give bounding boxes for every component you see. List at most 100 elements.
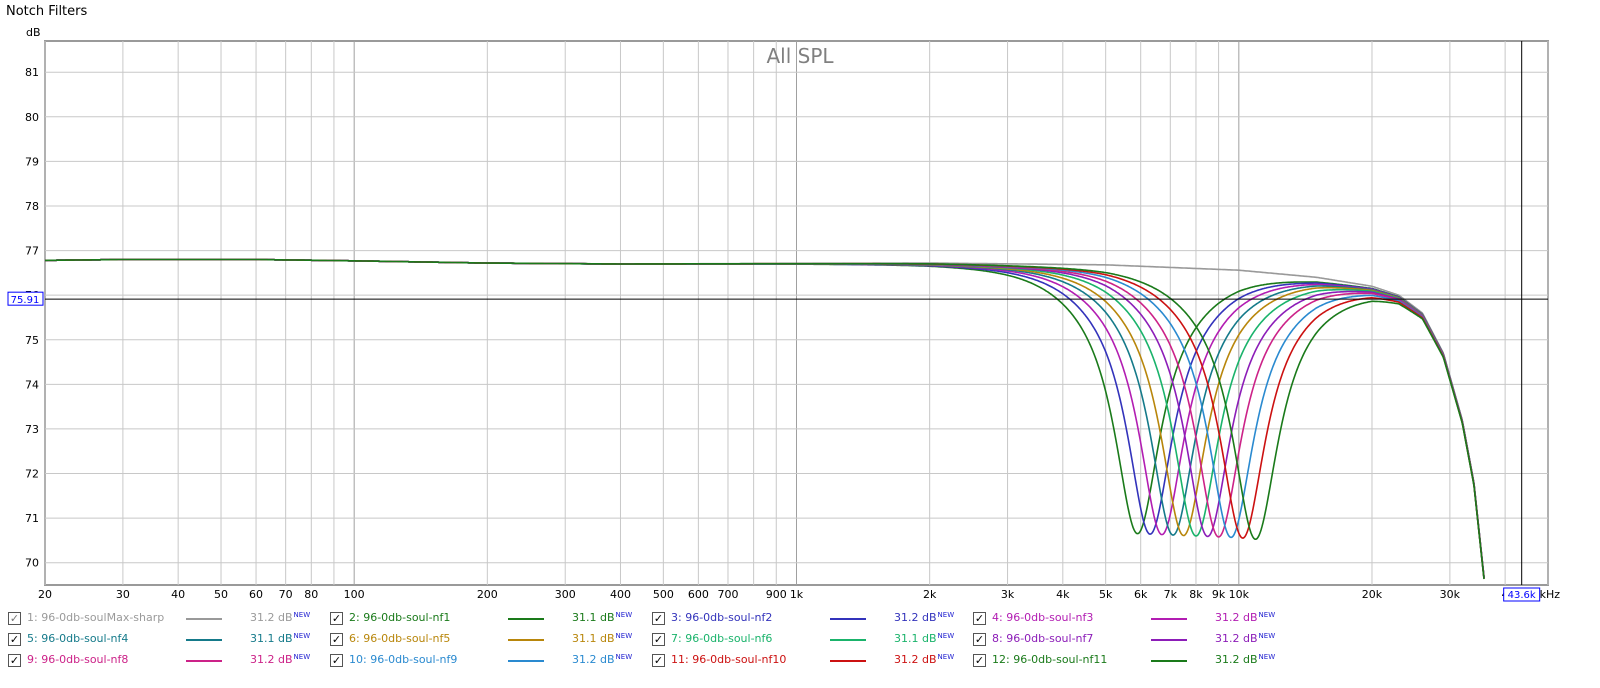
legend-swatch (1151, 660, 1187, 662)
legend-value: 31.2 dBNEW (1215, 632, 1276, 645)
legend-series-name: 6: 96-0db-soul-nf5 (349, 632, 451, 645)
x-tick-label: 8k (1189, 588, 1203, 601)
legend-value: 31.2 dBNEW (894, 611, 955, 624)
legend-value: 31.2 dBNEW (1215, 611, 1276, 624)
legend-series-name: 2: 96-0db-soul-nf1 (349, 611, 451, 624)
legend-series-name: 7: 96-0db-soul-nf6 (671, 632, 773, 645)
new-badge: NEW (937, 632, 955, 640)
legend-series-name: 10: 96-0db-soul-nf9 (349, 653, 458, 666)
x-tick-label: 20k (1362, 588, 1383, 601)
x-tick-label: 50 (214, 588, 228, 601)
new-badge: NEW (615, 611, 633, 619)
legend-series-name: 4: 96-0db-soul-nf3 (992, 611, 1094, 624)
new-badge: NEW (293, 653, 311, 661)
spl-chart[interactable]: 7071727374757677787980812030405060708010… (0, 0, 1600, 608)
x-tick-label: 3k (1001, 588, 1015, 601)
legend-series-name: 1: 96-0db-soulMax-sharp (27, 611, 165, 624)
x-tick-label: 6k (1134, 588, 1148, 601)
legend-checkbox[interactable]: ✓ (652, 633, 665, 646)
legend-swatch (1151, 639, 1187, 641)
legend-swatch (186, 618, 222, 620)
x-tick-label: 200 (477, 588, 498, 601)
legend-swatch (186, 660, 222, 662)
cursor-y-readout: 75.91 (11, 295, 40, 306)
x-tick-label: 30 (116, 588, 130, 601)
legend-series-name: 3: 96-0db-soul-nf2 (671, 611, 773, 624)
legend-checkbox[interactable]: ✓ (973, 612, 986, 625)
legend-value: 31.2 dBNEW (250, 611, 311, 624)
legend-item[interactable]: ✓ 11: 96-0db-soul-nf10 31.2 dBNEW (652, 652, 967, 670)
y-axis-label: dB (26, 26, 41, 39)
y-tick-label: 79 (25, 155, 39, 168)
legend-item[interactable]: ✓ 2: 96-0db-soul-nf1 31.1 dBNEW (330, 610, 645, 628)
x-tick-label: 60 (249, 588, 263, 601)
legend-swatch (508, 639, 544, 641)
legend-swatch (830, 660, 866, 662)
new-badge: NEW (293, 611, 311, 619)
y-tick-label: 73 (25, 423, 39, 436)
new-badge: NEW (615, 653, 633, 661)
legend-item[interactable]: ✓ 6: 96-0db-soul-nf5 31.1 dBNEW (330, 631, 645, 649)
legend-value: 31.2 dBNEW (572, 653, 633, 666)
x-tick-label: 100 (344, 588, 365, 601)
legend-series-name: 11: 96-0db-soul-nf10 (671, 653, 787, 666)
legend-value: 31.2 dBNEW (1215, 653, 1276, 666)
legend-series-name: 12: 96-0db-soul-nf11 (992, 653, 1108, 666)
new-badge: NEW (1258, 632, 1276, 640)
legend: ✓ 1: 96-0db-soulMax-sharp 31.2 dBNEW ✓ 2: 96… (0, 608, 1600, 688)
y-tick-label: 72 (25, 468, 39, 481)
legend-value: 31.2 dBNEW (250, 653, 311, 666)
new-badge: NEW (937, 611, 955, 619)
x-tick-label: 1k (790, 588, 804, 601)
y-tick-label: 75 (25, 334, 39, 347)
new-badge: NEW (937, 653, 955, 661)
chart-title: All SPL (766, 44, 834, 68)
x-tick-label: 40 (171, 588, 185, 601)
legend-value: 31.1 dBNEW (894, 632, 955, 645)
legend-checkbox[interactable]: ✓ (973, 654, 986, 667)
legend-item[interactable]: ✓ 8: 96-0db-soul-nf7 31.2 dBNEW (973, 631, 1288, 649)
new-badge: NEW (615, 632, 633, 640)
y-tick-label: 71 (25, 512, 39, 525)
legend-checkbox[interactable]: ✓ (330, 633, 343, 646)
legend-item[interactable]: ✓ 10: 96-0db-soul-nf9 31.2 dBNEW (330, 652, 645, 670)
legend-item[interactable]: ✓ 4: 96-0db-soul-nf3 31.2 dBNEW (973, 610, 1288, 628)
legend-checkbox[interactable]: ✓ (8, 612, 21, 625)
legend-value: 31.2 dBNEW (894, 653, 955, 666)
x-tick-label: 70 (279, 588, 293, 601)
x-tick-label: 7k (1164, 588, 1178, 601)
legend-item[interactable]: ✓ 9: 96-0db-soul-nf8 31.2 dBNEW (8, 652, 323, 670)
x-tick-label: 20 (38, 588, 52, 601)
legend-item[interactable]: ✓ 12: 96-0db-soul-nf11 31.2 dBNEW (973, 652, 1288, 670)
legend-item[interactable]: ✓ 7: 96-0db-soul-nf6 31.1 dBNEW (652, 631, 967, 649)
x-tick-label: 9k (1212, 588, 1226, 601)
legend-checkbox[interactable]: ✓ (8, 654, 21, 667)
x-tick-label: 300 (555, 588, 576, 601)
legend-item[interactable]: ✓ 3: 96-0db-soul-nf2 31.2 dBNEW (652, 610, 967, 628)
legend-checkbox[interactable]: ✓ (973, 633, 986, 646)
x-tick-label: 700 (717, 588, 738, 601)
x-tick-label: 600 (688, 588, 709, 601)
x-tick-label: 4k (1056, 588, 1070, 601)
legend-checkbox[interactable]: ✓ (330, 654, 343, 667)
legend-checkbox[interactable]: ✓ (652, 612, 665, 625)
legend-value: 31.1 dBNEW (572, 632, 633, 645)
x-tick-label: 2k (923, 588, 937, 601)
x-tick-label: 5k (1099, 588, 1113, 601)
legend-item[interactable]: ✓ 5: 96-0db-soul-nf4 31.1 dBNEW (8, 631, 323, 649)
legend-series-name: 5: 96-0db-soul-nf4 (27, 632, 129, 645)
legend-item[interactable]: ✓ 1: 96-0db-soulMax-sharp 31.2 dBNEW (8, 610, 323, 628)
y-tick-label: 77 (25, 245, 39, 258)
cursor-x-readout: 43.6k (1508, 590, 1536, 601)
legend-swatch (508, 660, 544, 662)
legend-checkbox[interactable]: ✓ (652, 654, 665, 667)
legend-swatch (830, 639, 866, 641)
y-tick-label: 80 (25, 111, 39, 124)
legend-value: 31.1 dBNEW (250, 632, 311, 645)
legend-checkbox[interactable]: ✓ (8, 633, 21, 646)
legend-swatch (830, 618, 866, 620)
legend-checkbox[interactable]: ✓ (330, 612, 343, 625)
x-tick-label: 400 (610, 588, 631, 601)
new-badge: NEW (1258, 611, 1276, 619)
x-tick-label: 30k (1440, 588, 1461, 601)
